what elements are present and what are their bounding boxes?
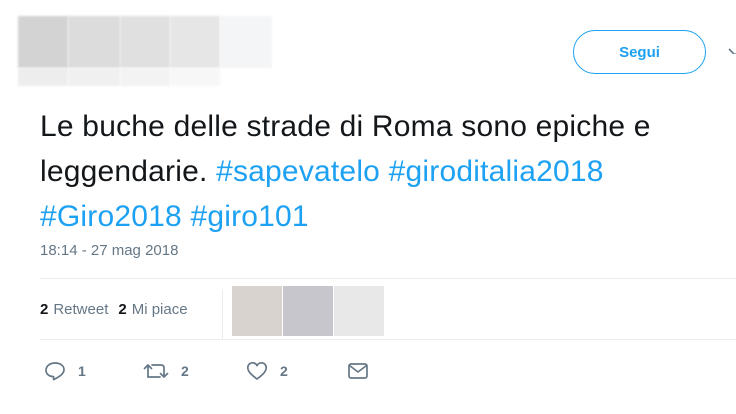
hashtag-link[interactable]: #giroditalia2018 [389, 155, 604, 188]
follow-button-label: Segui [619, 43, 660, 61]
tweet-text-line-1: Le buche delle strade di Roma sono epich… [40, 104, 736, 149]
name-blur-3 [120, 68, 170, 86]
avatar-blur-1 [18, 16, 68, 68]
hashtag-link[interactable]: #sapevatelo [216, 155, 380, 188]
tweet-text-part: leggendarie. [40, 155, 217, 188]
avatar[interactable] [283, 286, 333, 336]
likes-stat-count: 2 [118, 300, 127, 318]
divider [40, 278, 736, 279]
hashtag-link[interactable]: #Giro2018 [40, 200, 182, 233]
avatar[interactable] [334, 286, 384, 336]
tweet-timestamp[interactable]: 18:14 - 27 mag 2018 [40, 242, 178, 259]
direct-message-button[interactable] [347, 356, 369, 386]
name-blur-4 [170, 68, 220, 86]
retweets-stat-count: 2 [40, 300, 49, 318]
chevron-down-icon[interactable] [728, 44, 736, 54]
avatar[interactable] [232, 286, 282, 336]
avatar-blur-5 [220, 16, 272, 68]
reply-button[interactable]: 1 [44, 356, 86, 386]
tweet-text-line-3: #Giro2018 #giro101 [40, 194, 736, 239]
retweets-stat[interactable]: 2 Retweet [40, 301, 108, 318]
avatar-blur-4 [170, 16, 220, 68]
retweet-icon [143, 364, 169, 378]
like-button[interactable]: 2 [246, 356, 288, 386]
stats-separator [222, 289, 223, 339]
follow-button[interactable]: Segui [573, 30, 706, 74]
reply-count: 1 [78, 363, 86, 379]
author-info-blurred[interactable] [18, 16, 272, 86]
tweet-text: Le buche delle strade di Roma sono epich… [40, 104, 736, 239]
heart-icon [246, 361, 268, 380]
name-blur-2 [68, 68, 120, 86]
retweet-count: 2 [181, 363, 189, 379]
divider [40, 339, 736, 340]
tweet-text-line-2: leggendarie. #sapevatelo #giroditalia201… [40, 149, 736, 194]
avatar-blur-3 [120, 16, 170, 68]
retweet-button[interactable]: 2 [143, 356, 189, 386]
avatar-blur-2 [68, 16, 120, 68]
likes-stat[interactable]: 2 Mi piace [118, 301, 187, 318]
tweet-text-part: Le buche delle strade di Roma sono epich… [40, 110, 651, 143]
tweet-actions: 1 2 2 [0, 356, 736, 386]
tweet-card: Segui Le buche delle strade di Roma sono… [0, 0, 736, 414]
like-count: 2 [280, 363, 288, 379]
retweets-stat-label: Retweet [53, 300, 109, 318]
tweet-stats: 2 Retweet 2 Mi piace [40, 299, 188, 319]
likes-stat-label: Mi piace [131, 300, 188, 318]
hashtag-link[interactable]: #giro101 [190, 200, 308, 233]
envelope-icon [348, 363, 368, 379]
reply-icon [45, 362, 65, 381]
name-blur-1 [18, 68, 68, 86]
